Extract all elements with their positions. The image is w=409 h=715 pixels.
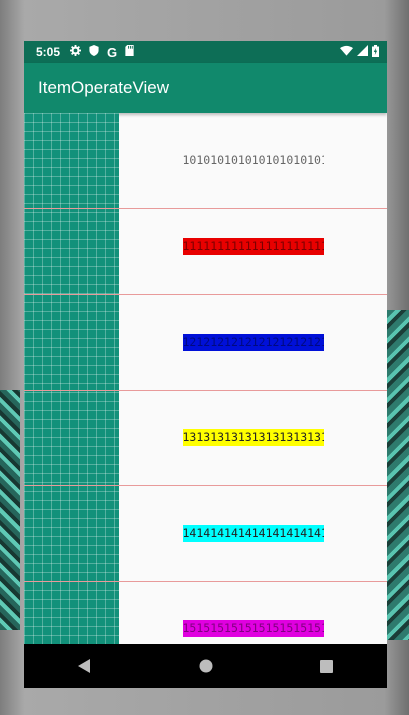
list-item-left-cell	[24, 295, 119, 390]
list-item-text: 1414141414141414141414	[182, 525, 324, 542]
status-time: 5:05	[36, 45, 61, 59]
list-item-left-cell	[24, 113, 119, 208]
list-item[interactable]: 1010101010101010101010	[24, 113, 387, 209]
recents-icon	[320, 659, 333, 673]
status-bar: 5:05 G	[24, 41, 387, 63]
battery-icon	[372, 44, 379, 60]
sd-card-icon	[125, 45, 134, 59]
list-item-left-cell	[24, 199, 119, 294]
navigation-bar	[24, 644, 387, 688]
list-item-right-cell: 1212121212121212121212	[119, 295, 387, 390]
list-item-text: 1515151515151515151515	[182, 620, 324, 637]
list-item-right-cell: 1010101010101010101010	[119, 113, 387, 208]
gear-icon	[70, 45, 82, 59]
google-g-icon: G	[107, 44, 118, 60]
list-item-text: 1010101010101010101010	[182, 153, 324, 167]
recents-button[interactable]	[307, 646, 347, 686]
list-item-left-cell	[24, 581, 119, 644]
shield-icon	[89, 45, 99, 59]
wifi-icon	[340, 45, 353, 59]
item-list[interactable]: 1010101010101010101010 11111111111111111…	[24, 113, 387, 644]
list-item-right-cell: 1313131313131313131313	[119, 390, 387, 485]
list-item[interactable]: 1212121212121212121212	[24, 295, 387, 391]
status-icons-left: G	[70, 45, 134, 60]
back-button[interactable]	[65, 646, 105, 686]
background-art-right	[387, 310, 409, 640]
app-title: ItemOperateView	[38, 78, 170, 97]
list-item-left-cell	[24, 390, 119, 485]
list-item-text: 1111111111111111111111	[182, 238, 324, 255]
list-item[interactable]: 1313131313131313131313	[24, 390, 387, 486]
list-item[interactable]: 1515151515151515151515	[24, 581, 387, 644]
list-item-right-cell: 1414141414141414141414	[119, 486, 387, 581]
list-item[interactable]: 1111111111111111111111	[24, 199, 387, 295]
home-icon	[199, 659, 212, 673]
device-screen: 5:05 G ItemOperateView 10101010101010101…	[24, 41, 387, 688]
list-item-right-cell: 1515151515151515151515	[119, 581, 387, 644]
background-art-left	[0, 390, 20, 630]
status-icons-right	[340, 44, 379, 60]
list-item-text: 1313131313131313131313	[182, 429, 324, 446]
list-item-text: 1212121212121212121212	[182, 334, 324, 351]
home-button[interactable]	[186, 646, 226, 686]
back-icon	[77, 659, 90, 673]
cell-signal-icon	[357, 45, 368, 59]
list-item[interactable]: 1414141414141414141414	[24, 486, 387, 582]
app-bar: ItemOperateView	[24, 63, 387, 113]
list-item-left-cell	[24, 486, 119, 581]
list-item-right-cell: 1111111111111111111111	[119, 199, 387, 294]
